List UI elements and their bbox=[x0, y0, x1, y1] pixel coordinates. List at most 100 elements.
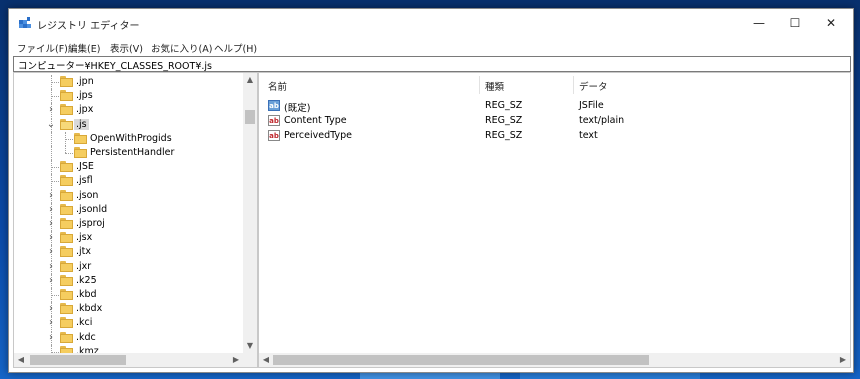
chevron-right-icon[interactable]: › bbox=[46, 275, 56, 287]
folder-icon bbox=[60, 189, 73, 201]
value-data: text/plain bbox=[579, 115, 625, 126]
tree-item[interactable]: PersistentHandler bbox=[14, 146, 243, 160]
folder-icon bbox=[60, 218, 73, 229]
tree-item[interactable]: .jpn bbox=[14, 75, 243, 89]
minimize-button[interactable]: — bbox=[741, 9, 777, 37]
tree-item-label: .kdc bbox=[76, 331, 96, 343]
chevron-right-icon[interactable]: › bbox=[46, 261, 56, 273]
folder-icon bbox=[60, 203, 73, 215]
tree-item[interactable]: › .kci bbox=[14, 316, 243, 331]
tree-item[interactable]: › .jpx bbox=[14, 103, 243, 118]
ab-string-icon: ab bbox=[268, 115, 280, 126]
tree-item[interactable]: .kbd bbox=[14, 288, 243, 302]
tree-item[interactable]: › .k25 bbox=[14, 273, 243, 288]
tree-item[interactable]: › .json bbox=[14, 188, 243, 203]
folder-icon bbox=[60, 118, 73, 130]
tree-item-label: .json bbox=[76, 189, 99, 201]
tree-item[interactable]: › .kdc bbox=[14, 330, 243, 345]
list-horizontal-scrollbar[interactable]: ◀ ▶ bbox=[259, 353, 850, 367]
scroll-down-icon[interactable]: ▼ bbox=[243, 339, 257, 353]
tree-item[interactable]: .JSE bbox=[14, 160, 243, 175]
tree-item[interactable]: › .jtx bbox=[14, 245, 243, 260]
folder-icon bbox=[60, 161, 73, 173]
column-separator[interactable] bbox=[479, 76, 480, 94]
folder-icon bbox=[60, 76, 73, 87]
address-path[interactable]: コンピューター¥HKEY_CLASSES_ROOT¥.js bbox=[18, 58, 212, 72]
chevron-right-icon[interactable]: › bbox=[46, 246, 56, 258]
scroll-right-icon[interactable]: ▶ bbox=[229, 353, 243, 367]
value-name: Content Type bbox=[284, 115, 347, 126]
value-list-pane[interactable]: 名前 種類 データ ab (既定) REG_SZ JSFile ab Conte… bbox=[258, 72, 851, 368]
ab-default-icon: ab bbox=[268, 100, 280, 111]
menu-view[interactable]: 表示(V) bbox=[110, 41, 143, 55]
scroll-right-icon[interactable]: ▶ bbox=[836, 353, 850, 367]
tree-item[interactable]: › .jsproj bbox=[14, 217, 243, 231]
tree-guide-line bbox=[65, 146, 66, 153]
value-row[interactable]: ab PerceivedType REG_SZ text bbox=[259, 129, 834, 144]
folder-icon bbox=[60, 246, 73, 258]
chevron-right-icon[interactable]: › bbox=[46, 332, 56, 344]
chevron-right-icon[interactable]: › bbox=[46, 232, 56, 244]
chevron-right-icon[interactable]: › bbox=[46, 190, 56, 202]
menu-favorites[interactable]: お気に入り(A) bbox=[151, 41, 212, 55]
address-bar[interactable]: コンピューター¥HKEY_CLASSES_ROOT¥.js bbox=[13, 56, 851, 72]
tree-item-label: OpenWithProgids bbox=[90, 132, 172, 144]
tree-guide-line bbox=[51, 295, 59, 296]
column-separator[interactable] bbox=[573, 76, 574, 94]
scroll-up-icon[interactable]: ▲ bbox=[243, 73, 257, 87]
chevron-right-icon[interactable]: › bbox=[46, 317, 56, 329]
chevron-right-icon[interactable]: › bbox=[46, 218, 56, 230]
tree-item-label: .jps bbox=[76, 90, 93, 102]
tree-guide-line bbox=[65, 138, 73, 140]
tree-guide-line bbox=[51, 82, 59, 83]
tree-item-label: .jsonld bbox=[76, 203, 108, 215]
registry-editor-window: レジストリ エディター — ☐ ✕ ファイル(F) 編集(E) 表示(V) お気… bbox=[8, 8, 854, 373]
menu-help[interactable]: ヘルプ(H) bbox=[214, 41, 257, 55]
tree-horizontal-scrollbar[interactable]: ◀ ▶ bbox=[14, 353, 243, 367]
scroll-left-icon[interactable]: ◀ bbox=[14, 353, 28, 367]
tree-item[interactable]: › .jsonld bbox=[14, 202, 243, 217]
maximize-icon: ☐ bbox=[789, 16, 801, 30]
tree-item[interactable]: OpenWithProgids bbox=[14, 131, 243, 146]
column-header-data[interactable]: データ bbox=[579, 79, 608, 93]
column-header-type[interactable]: 種類 bbox=[485, 79, 504, 93]
tree-item-label: .jsfl bbox=[76, 175, 93, 187]
value-name: (既定) bbox=[284, 103, 311, 114]
tree-item[interactable]: › .kbdx bbox=[14, 302, 243, 317]
folder-icon bbox=[60, 104, 73, 116]
tree-item-label: .jsx bbox=[76, 232, 93, 244]
tree-item-label: .kbd bbox=[76, 289, 97, 300]
menu-edit[interactable]: 編集(E) bbox=[68, 41, 100, 55]
tree-item[interactable]: › .jxr bbox=[14, 259, 243, 274]
title-bar[interactable]: レジストリ エディター — ☐ ✕ bbox=[9, 9, 853, 37]
folder-icon bbox=[60, 90, 73, 102]
chevron-right-icon[interactable]: › bbox=[46, 204, 56, 216]
menu-file[interactable]: ファイル(F) bbox=[17, 41, 68, 55]
tree-item-label: .js bbox=[74, 118, 89, 130]
tree-guide-line bbox=[65, 153, 73, 154]
close-button[interactable]: ✕ bbox=[813, 9, 849, 37]
tree-item-label: .JSE bbox=[76, 161, 94, 173]
folder-icon bbox=[74, 147, 87, 158]
list-hscroll-thumb[interactable] bbox=[273, 355, 649, 365]
maximize-button[interactable]: ☐ bbox=[777, 9, 813, 37]
key-tree-pane[interactable]: .jpn .jps › .jpx ⌄ .js OpenWithProgids Persiste… bbox=[13, 72, 258, 368]
value-row[interactable]: ab Content Type REG_SZ text/plain bbox=[259, 114, 834, 129]
column-header-name[interactable]: 名前 bbox=[268, 79, 287, 93]
folder-icon bbox=[60, 274, 73, 286]
tree-hscroll-thumb[interactable] bbox=[30, 355, 126, 365]
tree-vertical-scrollbar[interactable]: ▲ ▼ bbox=[243, 73, 257, 353]
tree-item[interactable]: .jsfl bbox=[14, 174, 243, 189]
chevron-down-icon[interactable]: ⌄ bbox=[46, 119, 56, 131]
value-type: REG_SZ bbox=[485, 115, 523, 126]
value-row[interactable]: ab (既定) REG_SZ JSFile bbox=[259, 99, 834, 114]
tree-item-label: PersistentHandler bbox=[90, 147, 175, 158]
tree-item[interactable]: › .jsx bbox=[14, 231, 243, 246]
chevron-right-icon[interactable]: › bbox=[46, 104, 56, 116]
tree-item[interactable]: ⌄ .js bbox=[14, 117, 243, 132]
tree-item[interactable]: .jps bbox=[14, 89, 243, 104]
tree-scroll-thumb[interactable] bbox=[245, 110, 255, 124]
folder-icon bbox=[60, 317, 73, 329]
chevron-right-icon[interactable]: › bbox=[46, 303, 56, 315]
scroll-left-icon[interactable]: ◀ bbox=[259, 353, 273, 367]
